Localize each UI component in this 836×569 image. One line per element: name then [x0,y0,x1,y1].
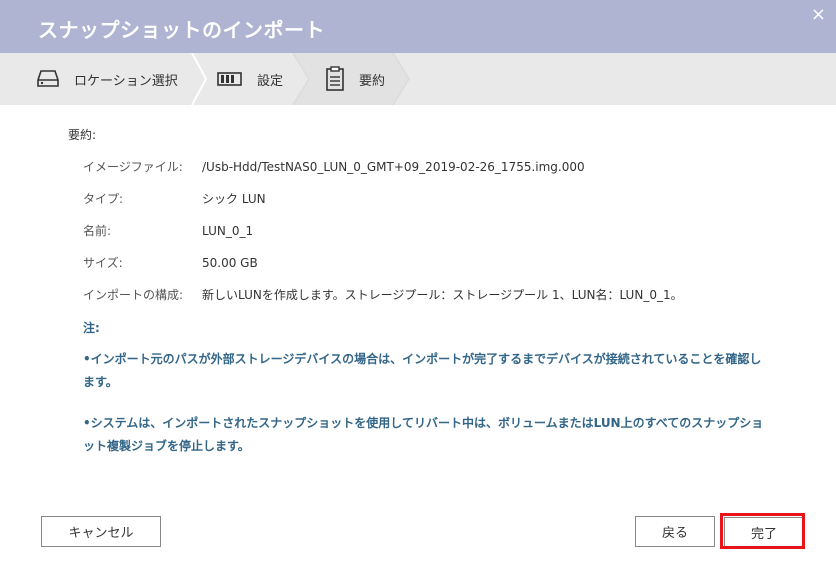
dialog-title: スナップショットのインポート [38,18,325,42]
summary-row-type: タイプ: シック LUN [83,190,266,207]
note-external-device: •インポート元のパスが外部ストレージデバイスの場合は、インポートが完了するまでデ… [83,352,762,389]
step-label-summary: 要約 [359,73,386,89]
summary-row-size: サイズ: 50.00 GB [83,254,258,271]
summary-key: イメージファイル: [83,160,183,174]
summary-value: 50.00 GB [202,256,258,270]
step-summary: 要約 [325,53,385,105]
summary-key: 名前: [83,224,112,238]
note-heading: 注: [83,321,100,335]
wizard-steps: ロケーション選択 設定 要約 [0,53,836,105]
finish-button[interactable]: 完了 [724,517,804,547]
drive-icon [36,69,60,89]
settings-grid-icon [217,71,243,87]
clipboard-icon [325,66,345,92]
summary-value: /Usb-Hdd/TestNAS0_LUN_0_GMT+09_2019-02-2… [202,160,585,174]
summary-value: LUN_0_1 [202,224,254,238]
cancel-button[interactable]: キャンセル [41,516,161,547]
step-label-settings: 設定 [257,73,284,89]
summary-row-name: 名前: LUN_0_1 [83,222,253,239]
summary-value: 新しいLUNを作成します。ストレージプール：ストレージプール 1、LUN名：LU… [202,288,683,302]
close-icon[interactable]: × [811,6,826,24]
step-separator-chevron [191,53,208,105]
note-snapshot-replication: •システムは、インポートされたスナップショットを使用してリバート中は、ボリューム… [83,416,764,453]
step-location-select: ロケーション選択 [36,53,178,105]
dialog-titlebar: スナップショットのインポート × [0,0,836,53]
summary-key: サイズ: [83,256,123,270]
summary-value: シック LUN [202,192,266,206]
summary-key: インポートの構成: [83,288,184,302]
summary-row-image-file: イメージファイル: /Usb-Hdd/TestNAS0_LUN_0_GMT+09_… [83,158,585,175]
summary-row-import-config: インポートの構成: 新しいLUNを作成します。ストレージプール：ストレージプール … [83,286,683,303]
step-settings: 設定 [217,53,283,105]
summary-heading: 要約: [68,128,97,142]
summary-key: タイプ: [83,192,124,206]
step-label-location: ロケーション選択 [74,73,178,89]
back-button[interactable]: 戻る [635,516,715,547]
